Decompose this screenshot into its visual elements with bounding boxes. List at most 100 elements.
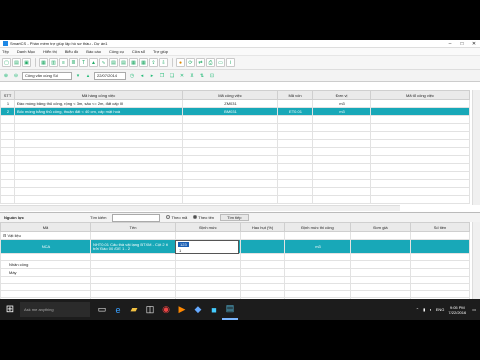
- col-item-code[interactable]: Mã công việc: [182, 90, 278, 100]
- app-icon[interactable]: ◆: [190, 299, 206, 320]
- cell-capital[interactable]: ET0.01: [277, 107, 313, 116]
- cell-group[interactable]: [370, 107, 470, 116]
- menu-view[interactable]: Hiển thị: [43, 49, 57, 54]
- radio-checked-icon[interactable]: [193, 215, 198, 219]
- search-input[interactable]: [112, 213, 161, 222]
- open-folder-icon[interactable]: ▤: [12, 58, 21, 67]
- preview-icon[interactable]: ▭: [216, 58, 225, 67]
- table-row-empty[interactable]: [0, 131, 470, 140]
- cell-price[interactable]: [350, 239, 411, 254]
- table-row-empty[interactable]: [0, 195, 470, 204]
- group-row-labor[interactable]: Nhân công: [0, 260, 470, 269]
- arrow-down-icon[interactable]: ▾: [74, 72, 82, 80]
- menu-catalog[interactable]: Danh Mục: [17, 49, 35, 54]
- right-arrow-icon[interactable]: ▸: [148, 72, 156, 80]
- windows-start-icon[interactable]: ⊞: [0, 299, 20, 320]
- arrow-up-icon[interactable]: ▴: [84, 72, 92, 80]
- zoom-in-icon[interactable]: ⊕: [2, 72, 10, 80]
- table-row[interactable]: 1 Đào móng băng thủ công, rộng < 3m, sâu…: [0, 99, 470, 108]
- sort-icon[interactable]: ⇅: [198, 72, 206, 80]
- col-unit-price[interactable]: Đơn giá: [350, 222, 411, 232]
- paste-icon[interactable]: ❏: [168, 72, 176, 80]
- cell-amount[interactable]: [410, 239, 470, 254]
- network-icon[interactable]: ▮: [423, 307, 425, 312]
- taskbar-search-input[interactable]: Ask me anything: [20, 302, 90, 317]
- edge-icon[interactable]: e: [110, 299, 126, 320]
- top-vertical-scrollbar[interactable]: [472, 90, 480, 205]
- save-icon[interactable]: ▣: [22, 58, 31, 67]
- group-row-materials[interactable]: ⊟ Vật liệu: [0, 231, 470, 240]
- col-item-name[interactable]: Mã hàng công việc: [14, 90, 183, 100]
- copy-icon[interactable]: ❐: [158, 72, 166, 80]
- cell-unit[interactable]: m3: [312, 99, 371, 108]
- col-capital-code[interactable]: Mã vốn: [277, 90, 313, 100]
- cell-code[interactable]: NCA: [0, 239, 91, 254]
- table-row-empty[interactable]: [0, 276, 470, 284]
- tray-up-icon[interactable]: ⌃: [416, 307, 419, 312]
- table-row-empty[interactable]: [0, 163, 470, 172]
- menu-tools[interactable]: Công cụ: [109, 49, 124, 54]
- settings-icon[interactable]: ●: [176, 58, 185, 67]
- date-field[interactable]: 22/07/2014: [94, 71, 126, 80]
- info-icon[interactable]: i: [226, 58, 235, 67]
- export-icon[interactable]: ⇪: [149, 58, 158, 67]
- group-row-machine[interactable]: Máy: [0, 268, 470, 277]
- table-row-empty[interactable]: [0, 171, 470, 180]
- col-code[interactable]: Mã: [0, 222, 91, 232]
- chrome-icon[interactable]: ◉: [158, 299, 174, 320]
- new-file-icon[interactable]: ▢: [2, 58, 11, 67]
- report-icon[interactable]: ▦: [129, 58, 138, 67]
- sheet-icon[interactable]: ▤: [109, 58, 118, 67]
- import-icon[interactable]: ⇩: [159, 58, 168, 67]
- table-row-empty[interactable]: [0, 123, 470, 132]
- table-icon[interactable]: ▦: [39, 58, 48, 67]
- table-row-empty[interactable]: [0, 283, 470, 291]
- sync-icon[interactable]: ⇄: [196, 58, 205, 67]
- col-name[interactable]: Tên: [90, 222, 176, 232]
- table-row-empty[interactable]: [0, 155, 470, 164]
- zoom-out-icon[interactable]: ⊖: [12, 72, 20, 80]
- app-icon[interactable]: ■: [206, 299, 222, 320]
- menu-help[interactable]: Trợ giúp: [153, 49, 168, 54]
- minimize-icon[interactable]: –: [444, 41, 456, 47]
- cell-group[interactable]: [370, 99, 470, 108]
- filter-icon[interactable]: ⊻: [188, 72, 196, 80]
- table-row-empty[interactable]: [0, 115, 470, 124]
- volume-icon[interactable]: ◖: [429, 307, 431, 312]
- cell-loss[interactable]: [240, 239, 285, 254]
- calendar-icon[interactable]: ◷: [128, 72, 136, 80]
- norm-edit-box[interactable]: 123 1: [175, 240, 239, 254]
- bottom-vertical-scrollbar[interactable]: [472, 222, 480, 310]
- list-alt-icon[interactable]: ≣: [69, 58, 78, 67]
- menu-file[interactable]: Tệp: [2, 49, 9, 54]
- find-next-button[interactable]: Tìm tiếp: [220, 214, 249, 221]
- close-icon[interactable]: ✕: [468, 41, 480, 47]
- list-icon[interactable]: ≡: [59, 58, 68, 67]
- norm-value-selected[interactable]: 123: [178, 242, 189, 247]
- cell-name[interactable]: Đào móng băng thủ công, rộng < 3m, sâu <…: [14, 99, 183, 108]
- media-icon[interactable]: ▶: [174, 299, 190, 320]
- table-row-selected[interactable]: 2 Bốc móng bằng thủ công, thuận đất < 40…: [0, 107, 470, 116]
- table-row-empty[interactable]: [0, 147, 470, 156]
- col-stt[interactable]: STT: [0, 90, 15, 100]
- sheet-alt-icon[interactable]: ▤: [119, 58, 128, 67]
- clock[interactable]: 9:05 PM 7/22/2016: [448, 305, 466, 315]
- lock-icon[interactable]: ⊡: [208, 72, 216, 80]
- language-indicator[interactable]: ENG: [436, 307, 445, 312]
- option-by-name[interactable]: Theo tên: [193, 215, 214, 220]
- col-unit[interactable]: Đơn vị: [312, 90, 371, 100]
- text-icon[interactable]: T: [79, 58, 88, 67]
- file-explorer-icon[interactable]: ▰: [126, 299, 142, 320]
- cell-construction-norm[interactable]: m3: [284, 239, 351, 254]
- cell-name[interactable]: NHT0.01 Cấu thả vật lạng BTXM - Cột 2 it…: [90, 239, 176, 254]
- col-amount[interactable]: Số tiền: [410, 222, 470, 232]
- top-horizontal-scrollbar[interactable]: [0, 205, 400, 211]
- line-chart-icon[interactable]: ∿: [99, 58, 108, 67]
- cell-unit[interactable]: m3: [312, 107, 371, 116]
- norm-value-second[interactable]: 1: [179, 248, 181, 253]
- menu-window[interactable]: Cửa sổ: [132, 49, 145, 54]
- table-row-empty[interactable]: [0, 179, 470, 188]
- store-icon[interactable]: ◫: [142, 299, 158, 320]
- task-view-icon[interactable]: ▭: [94, 299, 110, 320]
- print-icon[interactable]: ⎙: [206, 58, 215, 67]
